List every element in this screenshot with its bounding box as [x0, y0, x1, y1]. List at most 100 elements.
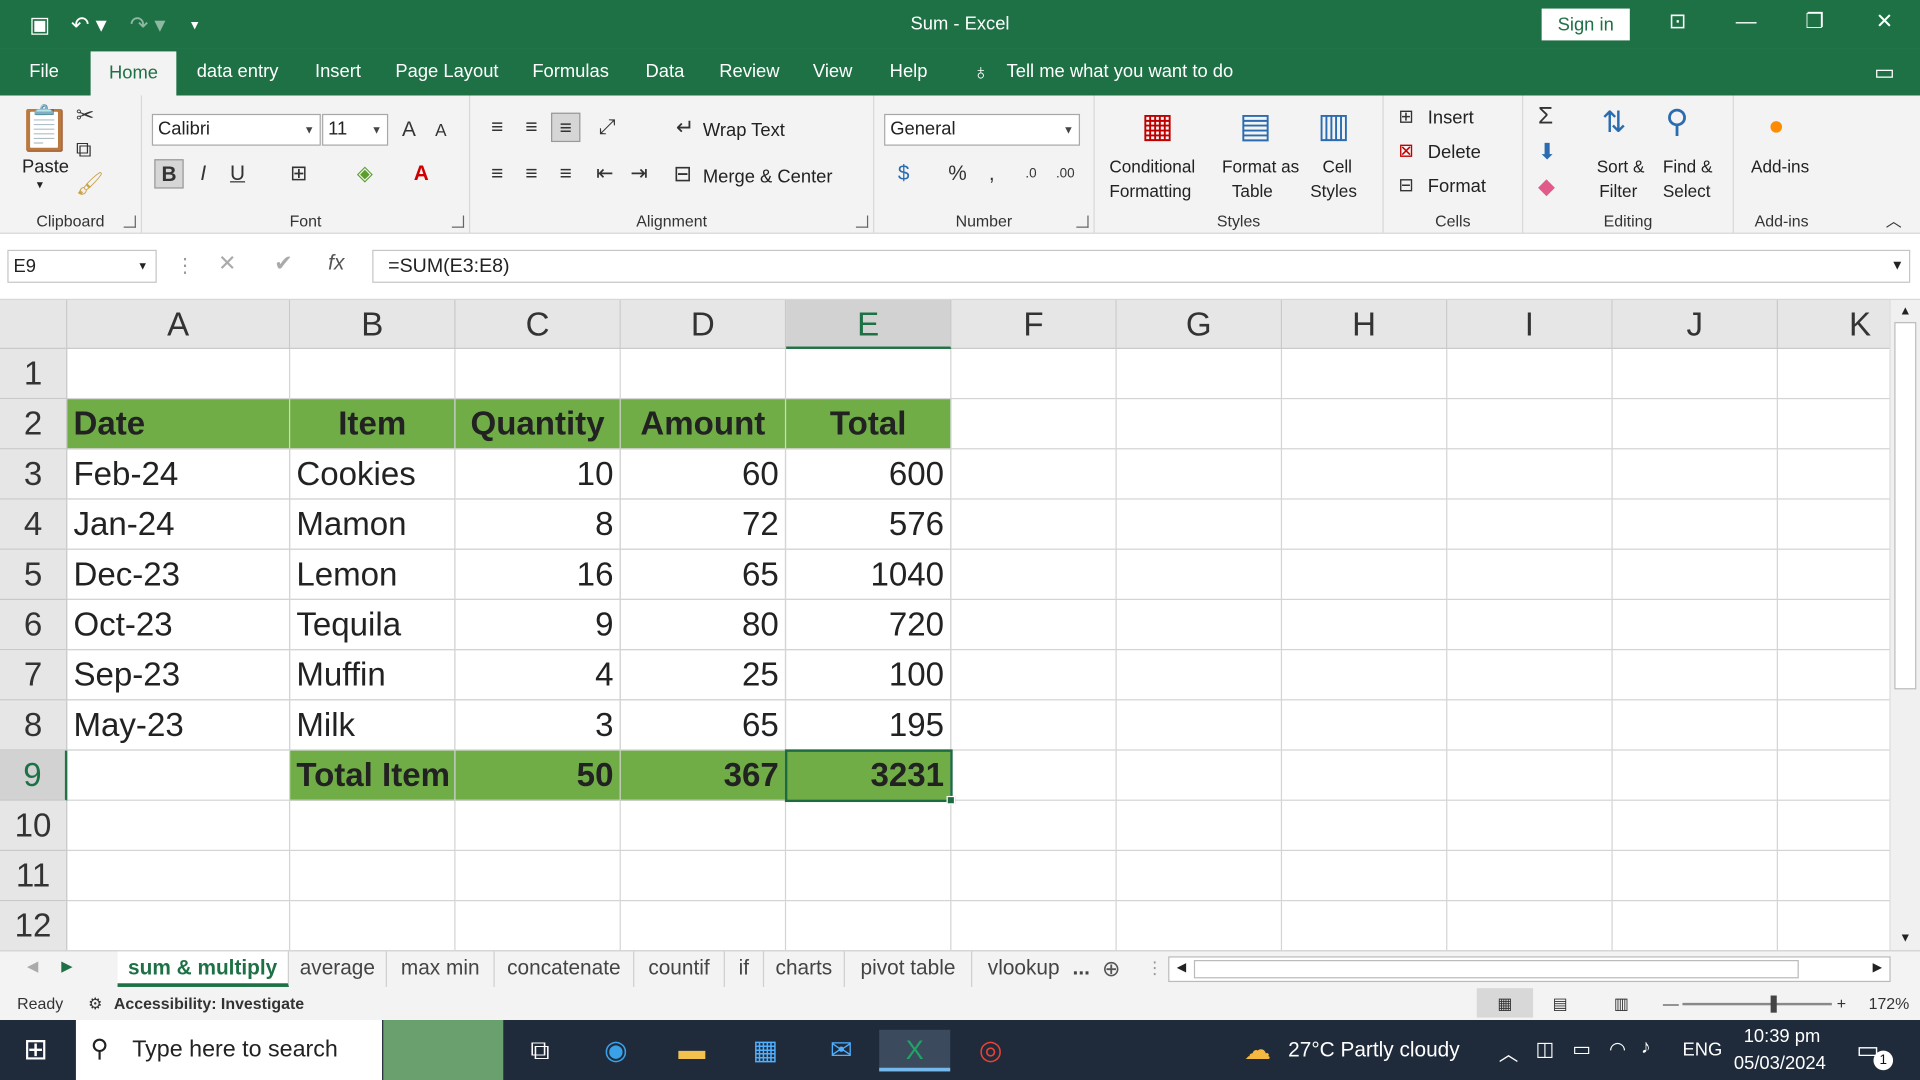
- cell[interactable]: [786, 348, 952, 400]
- cell[interactable]: [67, 800, 291, 852]
- cell[interactable]: [620, 851, 787, 902]
- page-break-view-icon[interactable]: ▥: [1614, 988, 1629, 1020]
- tab-view[interactable]: View: [803, 49, 862, 96]
- volume-icon[interactable]: ♪: [1641, 1037, 1651, 1059]
- cell[interactable]: [290, 851, 456, 902]
- cell[interactable]: [951, 650, 1117, 701]
- row-header-8[interactable]: 8: [0, 700, 68, 751]
- cell[interactable]: [1612, 499, 1778, 550]
- cell[interactable]: [951, 549, 1117, 601]
- add-sheet-icon[interactable]: ⊕: [1102, 956, 1120, 982]
- sheet-tab-average[interactable]: average: [289, 951, 387, 987]
- tab-home[interactable]: Home: [90, 51, 177, 96]
- row-header-3[interactable]: 3: [0, 449, 68, 500]
- total-amount-cell[interactable]: 367: [620, 750, 787, 801]
- table-cell[interactable]: Feb-24: [67, 449, 291, 500]
- cell[interactable]: [1447, 549, 1613, 601]
- battery-icon[interactable]: ▭: [1572, 1037, 1591, 1061]
- next-sheet-icon[interactable]: ▶: [61, 958, 72, 975]
- close-icon[interactable]: ✕: [1860, 10, 1909, 34]
- language-indicator[interactable]: ENG: [1682, 1040, 1722, 1061]
- format-cells-button[interactable]: Format: [1428, 176, 1486, 197]
- name-box[interactable]: E9 ▼: [7, 249, 157, 283]
- cell[interactable]: [621, 901, 787, 951]
- font-color-icon[interactable]: A: [407, 159, 436, 188]
- column-header-e[interactable]: E: [786, 300, 952, 349]
- cell[interactable]: [290, 901, 456, 951]
- table-cell[interactable]: Mamon: [290, 499, 456, 550]
- cell[interactable]: [67, 348, 291, 400]
- cell[interactable]: [951, 348, 1117, 400]
- clipboard-launcher-icon[interactable]: [123, 215, 136, 228]
- meet-icon[interactable]: ◫: [1536, 1037, 1555, 1061]
- page-layout-view-icon[interactable]: ▤: [1553, 988, 1568, 1020]
- cell[interactable]: [951, 800, 1117, 852]
- cell-styles-icon[interactable]: ▥: [1318, 105, 1350, 145]
- accounting-icon[interactable]: $: [889, 159, 918, 188]
- cell[interactable]: [456, 901, 621, 951]
- wifi-icon[interactable]: ◠: [1609, 1037, 1626, 1061]
- cell[interactable]: [786, 901, 952, 951]
- taskbar-search[interactable]: ⚲ Type here to search: [75, 1020, 383, 1080]
- cell[interactable]: [1447, 600, 1613, 651]
- cell[interactable]: [290, 348, 456, 400]
- table-cell[interactable]: 80: [620, 600, 787, 651]
- comments-icon[interactable]: ▭: [1866, 49, 1903, 96]
- zoom-level[interactable]: 172%: [1869, 988, 1910, 1020]
- cell[interactable]: [1282, 750, 1448, 801]
- cell[interactable]: [1447, 800, 1613, 852]
- number-format-select[interactable]: General ▼: [884, 113, 1081, 146]
- table-header-cell[interactable]: Quantity: [455, 399, 621, 450]
- cell[interactable]: [1612, 851, 1778, 902]
- wrap-text-button[interactable]: Wrap Text: [703, 120, 785, 141]
- task-view-icon[interactable]: ⧉: [519, 1030, 561, 1072]
- increase-decimal-icon[interactable]: .0: [1016, 159, 1045, 188]
- zoom-out-icon[interactable]: —: [1663, 988, 1679, 1020]
- cell[interactable]: [620, 348, 787, 400]
- cell[interactable]: [1612, 549, 1778, 601]
- table-header-cell[interactable]: Date: [67, 399, 291, 450]
- format-as-table-label-2[interactable]: Table: [1232, 181, 1273, 201]
- row-header-1[interactable]: 1: [0, 348, 68, 400]
- sheet-tab-countif[interactable]: countif: [634, 951, 725, 987]
- sheet-tab-concatenate[interactable]: concatenate: [495, 951, 635, 987]
- conditional-formatting-icon[interactable]: ▦: [1141, 105, 1173, 145]
- underline-button[interactable]: U: [223, 159, 252, 188]
- tab-insert[interactable]: Insert: [304, 49, 373, 96]
- italic-button[interactable]: I: [189, 159, 218, 188]
- cell[interactable]: [1282, 851, 1448, 902]
- addins-button[interactable]: Add-ins: [1751, 157, 1809, 177]
- clock-date[interactable]: 05/03/2024: [1734, 1053, 1826, 1074]
- table-cell[interactable]: Muffin: [290, 650, 456, 701]
- cell-styles-label[interactable]: Cell: [1322, 157, 1352, 177]
- cancel-icon[interactable]: ✕: [218, 251, 236, 277]
- format-as-table-icon[interactable]: ▤: [1239, 105, 1271, 145]
- insert-cells-button[interactable]: Insert: [1428, 108, 1474, 129]
- conditional-formatting-label[interactable]: Conditional: [1109, 157, 1195, 177]
- table-cell[interactable]: 72: [620, 499, 787, 550]
- cell[interactable]: [67, 851, 291, 902]
- percent-icon[interactable]: %: [943, 159, 972, 188]
- cell[interactable]: [1116, 549, 1283, 601]
- row-header-9[interactable]: 9: [0, 750, 68, 801]
- cell[interactable]: [1612, 600, 1778, 651]
- table-cell[interactable]: Jan-24: [67, 499, 291, 550]
- addins-icon[interactable]: ●: [1768, 110, 1784, 142]
- borders-icon[interactable]: ⊞: [284, 159, 313, 188]
- column-header-a[interactable]: A: [67, 300, 291, 349]
- tab-data-entry[interactable]: data entry: [189, 49, 287, 96]
- table-cell[interactable]: May-23: [67, 700, 291, 751]
- excel-taskbar-icon[interactable]: X: [879, 1029, 951, 1072]
- table-cell[interactable]: Lemon: [290, 549, 456, 601]
- table-cell[interactable]: 25: [620, 650, 787, 701]
- row-header-7[interactable]: 7: [0, 650, 68, 701]
- horizontal-scrollbar[interactable]: ◀ ▶: [1168, 956, 1891, 983]
- cell[interactable]: [1116, 700, 1283, 751]
- sort-filter-label-2[interactable]: Filter: [1599, 181, 1637, 201]
- cell[interactable]: [951, 700, 1117, 751]
- cell[interactable]: [786, 800, 952, 852]
- wrap-text-icon[interactable]: ↵: [676, 115, 694, 141]
- row-header-12[interactable]: 12: [0, 901, 68, 951]
- scroll-down-icon[interactable]: ▼: [1899, 932, 1911, 945]
- table-cell[interactable]: 16: [455, 549, 621, 601]
